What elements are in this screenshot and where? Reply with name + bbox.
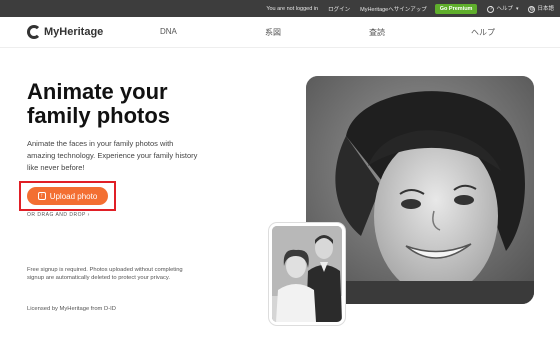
login-link[interactable]: ログイン	[328, 5, 350, 13]
logo-icon	[27, 25, 41, 39]
nav-item-family-tree[interactable]: 系図	[265, 27, 281, 38]
nav-item-research[interactable]: 査読	[369, 27, 385, 38]
title-line-1: Animate your	[27, 79, 168, 104]
title-line-2: family photos	[27, 103, 171, 128]
nav-item-dna[interactable]: DNA	[160, 27, 177, 36]
help-icon: ?	[487, 5, 495, 13]
login-status-text: You are not logged in	[266, 5, 319, 12]
go-premium-button[interactable]: Go Premium	[434, 3, 478, 14]
help-label: ヘルプ	[496, 6, 513, 13]
language-selector[interactable]: ◍ 日本語	[528, 4, 554, 13]
top-bar: You are not logged in ログイン MyHeritageへサイ…	[0, 0, 560, 17]
original-couple-photo	[269, 223, 345, 325]
chevron-down-icon: ▾	[515, 6, 519, 13]
upload-photo-label: Upload photo	[49, 191, 98, 201]
page-title: Animate your family photos	[27, 80, 247, 128]
drag-and-drop-link[interactable]: OR DRAG AND DROP ›	[27, 212, 90, 218]
myheritage-logo[interactable]: MyHeritage	[27, 25, 103, 39]
help-menu[interactable]: ? ヘルプ ▾	[487, 4, 519, 13]
drag-drop-label: OR DRAG AND DROP	[27, 212, 86, 218]
main-nav: MyHeritage DNA 系図 査読 ヘルプ	[0, 17, 560, 48]
logo-text: MyHeritage	[44, 26, 104, 38]
signup-notice: Free signup is required. Photos uploaded…	[27, 267, 183, 281]
license-text: Licensed by MyHeritage from D-ID	[27, 306, 116, 312]
upload-icon: ↑	[37, 192, 46, 200]
language-label: 日本語	[537, 6, 554, 13]
chevron-right-icon: ›	[87, 212, 90, 218]
globe-icon: ◍	[528, 5, 536, 13]
upload-photo-button[interactable]: ↑ Upload photo	[27, 187, 108, 205]
couple-illustration	[272, 226, 342, 322]
nav-item-help[interactable]: ヘルプ	[471, 27, 495, 38]
hero-description: Animate the faces in your family photos …	[27, 139, 198, 172]
signup-link[interactable]: MyHeritageへサインアップ	[360, 5, 427, 13]
